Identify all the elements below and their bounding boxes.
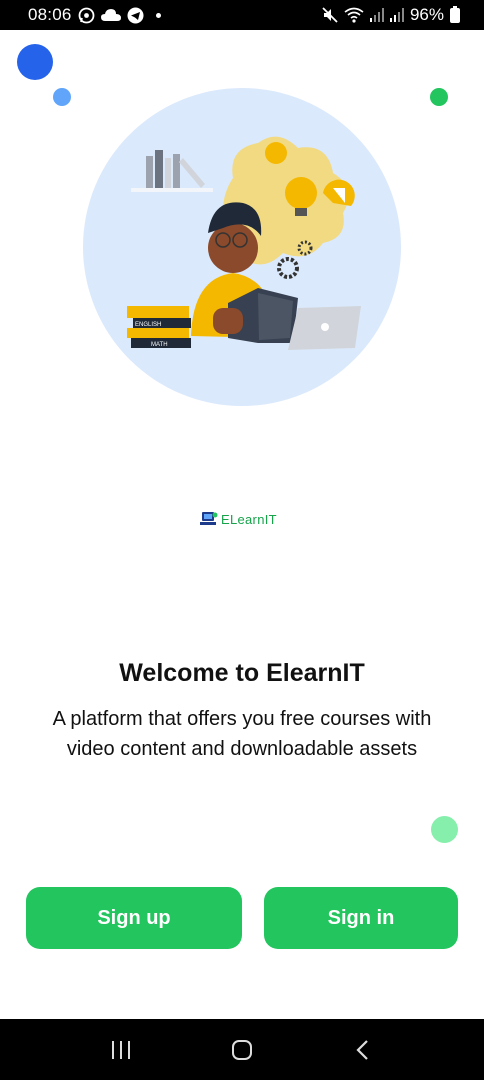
- battery-icon: [450, 5, 460, 23]
- status-right: 96%: [322, 5, 460, 25]
- book-label-english: ENGLISH: [135, 322, 161, 328]
- battery-percent: 96%: [409, 5, 444, 24]
- welcome-title: Welcome to ElearnIT: [119, 659, 365, 687]
- navigation-bar: [0, 1019, 484, 1080]
- decorative-dot-light-green: [431, 816, 458, 843]
- wifi-icon: [344, 6, 364, 24]
- shelf: [131, 188, 213, 192]
- decorative-dot-green: [430, 88, 448, 106]
- signal-1-icon: [369, 6, 384, 24]
- logo-icon: [200, 512, 218, 525]
- home-icon[interactable]: [222, 1030, 262, 1070]
- logo: ELearnIT: [200, 509, 277, 529]
- stacked-books: ENGLISH MATH: [127, 306, 191, 348]
- status-left: 08:06: [28, 5, 161, 25]
- book-label-math: MATH: [151, 342, 168, 348]
- hero-illustration: ENGLISH MATH: [83, 88, 401, 406]
- logo-text: ELearnIT: [221, 511, 277, 527]
- sign-up-button[interactable]: Sign up: [26, 887, 242, 949]
- decorative-dot-light-blue: [53, 88, 71, 106]
- mute-icon: [322, 6, 338, 24]
- telegram-icon: [127, 6, 144, 24]
- sign-in-button[interactable]: Sign in: [264, 887, 458, 949]
- whatsapp-icon: [78, 6, 95, 24]
- signal-2-icon: [389, 6, 404, 24]
- status-time: 08:06: [28, 5, 72, 24]
- notification-dot: [155, 12, 161, 18]
- status-bar: 08:06 96%: [0, 0, 484, 30]
- welcome-subtitle: A platform that offers you free courses …: [52, 708, 432, 760]
- cloud-icon: [100, 6, 121, 24]
- decorative-dot-blue: [17, 44, 53, 80]
- back-icon[interactable]: [343, 1030, 383, 1070]
- recent-apps-icon[interactable]: [101, 1030, 141, 1070]
